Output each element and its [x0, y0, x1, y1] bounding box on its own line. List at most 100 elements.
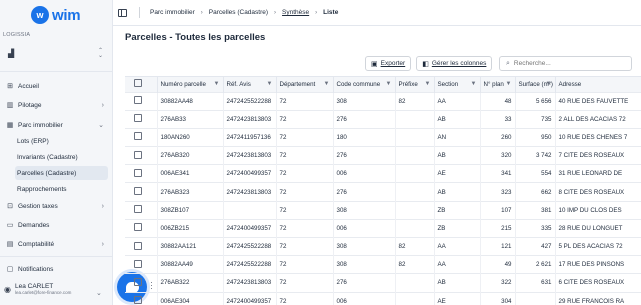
sub-item-invariants[interactable]: Invariants (Cadastre)	[15, 150, 108, 164]
row-select-cell	[125, 255, 158, 274]
row-checkbox[interactable]	[134, 223, 142, 232]
column-header[interactable]: Section ▼	[434, 77, 481, 92]
search-input[interactable]	[513, 60, 624, 67]
table-row[interactable]: 308ZB107 72 308 ZB 107 381 10 IMP DU CLOS DES	[125, 200, 641, 220]
table-cell: 320	[480, 146, 516, 165]
table-row[interactable]: 30882AA49 2472425522288 72 308 82 AA 49 2 621 17…	[125, 255, 641, 274]
divider	[0, 256, 113, 257]
breadcrumb-synthese[interactable]: Synthèse	[282, 9, 309, 16]
table-cell: 6 CITE DES ROSEAUX	[555, 273, 641, 293]
sub-label: Invariants (Cadastre)	[17, 153, 78, 161]
column-header-label: Département	[279, 80, 316, 88]
breadcrumb-parc-immobilier[interactable]: Parc immobilier	[150, 9, 195, 16]
select-all-checkbox[interactable]	[134, 79, 142, 88]
column-header[interactable]: Préfixe ▼	[395, 77, 435, 92]
column-header[interactable]: N° plan ▼	[480, 77, 516, 92]
row-checkbox[interactable]	[134, 168, 142, 177]
column-header[interactable]: Numéro parcelle ▼	[157, 77, 224, 92]
divider	[139, 7, 140, 18]
row-checkbox[interactable]	[134, 296, 142, 305]
brand-logo[interactable]: w wim	[31, 6, 86, 24]
table-cell: 107	[480, 200, 516, 220]
filter-icon[interactable]: ▼	[471, 81, 477, 87]
row-checkbox[interactable]	[134, 277, 142, 286]
row-checkbox[interactable]	[134, 132, 142, 141]
table-cell: AA	[434, 255, 481, 274]
filter-icon[interactable]: ▼	[425, 81, 431, 87]
user-email: lea.carlet@fore-finance.com	[14, 290, 72, 295]
column-header[interactable]: Code commune ▼	[333, 77, 396, 92]
row-select-cell	[125, 218, 158, 238]
row-checkbox[interactable]	[134, 241, 142, 250]
filter-icon[interactable]: ▼	[546, 81, 552, 87]
table-row[interactable]: 276AB323 2472423813803 72 276 AB 323 662 8 CITE…	[125, 182, 641, 202]
nav-label: Notifications	[18, 265, 54, 273]
row-checkbox[interactable]	[134, 205, 142, 214]
table-cell: 2472423813803	[223, 273, 277, 293]
column-header[interactable]: Département ▼	[276, 77, 334, 92]
table-cell: 276AB323	[157, 182, 224, 202]
column-header[interactable]: Réf. Avis ▼	[223, 77, 277, 92]
search-box[interactable]: ⌕	[499, 56, 632, 71]
sub-item-lots[interactable]: Lots (ERP)	[15, 134, 108, 148]
table-cell: 5 656	[515, 91, 556, 111]
table-row[interactable]: 006AE304 2472400499357 72 006 AE 304 29 RUE FR…	[125, 291, 641, 305]
row-checkbox[interactable]	[134, 187, 142, 196]
table-cell: 31 RUE LEONARD DE	[555, 164, 641, 183]
sub-label: Rapprochements	[17, 185, 67, 193]
nav-item-gestion-taxes[interactable]: ⊡ Gestion taxes ›	[0, 198, 113, 214]
table-cell: 2472411957136	[223, 127, 277, 147]
table-row[interactable]: 006ZB215 2472400499357 72 006 ZB 215 335 28 RUE…	[125, 218, 641, 238]
nav-item-pilotage[interactable]: ▥ Pilotage ›	[0, 97, 113, 113]
table-cell: 2472400499357	[223, 291, 277, 305]
table-cell: 48	[480, 91, 516, 111]
filter-icon[interactable]: ▼	[214, 81, 220, 87]
nav-item-accueil[interactable]: ⊞ Accueil	[0, 78, 113, 94]
user-menu[interactable]: ◉ Lea CARLET lea.carlet@fore-finance.com	[4, 283, 71, 295]
table-cell: AB	[434, 182, 481, 202]
table-row[interactable]: 006AE341 2472400499357 72 006 AE 341 554 31 RUE…	[125, 164, 641, 183]
row-checkbox[interactable]	[134, 114, 142, 123]
nav-item-notifications[interactable]: ▢ Notifications	[0, 261, 113, 277]
table-cell: 341	[480, 164, 516, 183]
sub-item-rapprochements[interactable]: Rapprochements	[15, 182, 108, 196]
table-row[interactable]: 30882AA48 2472425522288 72 308 82 AA 48 5 656 40…	[125, 91, 641, 111]
table-cell: 322	[480, 273, 516, 293]
table-cell: 2472423813803	[223, 109, 277, 129]
page-title: Parcelles - Toutes les parcelles	[125, 32, 266, 43]
sub-item-parcelles[interactable]: Parcelles (Cadastre)	[15, 166, 108, 180]
table-row[interactable]: 180AN260 2472411957136 72 180 AN 260 950 10 RUE…	[125, 127, 641, 147]
table-row[interactable]: 276AB322 2472423813803 72 276 AB 322 631 6 CITE…	[125, 273, 641, 293]
table-cell: 276	[333, 273, 396, 293]
breadcrumb-parcelles[interactable]: Parcelles (Cadastre)	[209, 9, 268, 16]
table-cell	[515, 291, 556, 305]
nav-item-comptabilite[interactable]: ▤ Comptabilité ›	[0, 236, 113, 252]
chevron-down-icon[interactable]: ⌄	[96, 289, 102, 297]
filter-icon[interactable]: ▼	[386, 81, 392, 87]
table-cell: 276AB322	[157, 273, 224, 293]
row-select-cell	[125, 200, 158, 220]
table-cell	[395, 146, 435, 165]
nav-item-demandes[interactable]: ▭ Demandes	[0, 217, 113, 233]
table-row[interactable]: 276AB320 2472423813803 72 276 AB 320 3 742 7 CI…	[125, 146, 641, 165]
table-cell: 308	[333, 255, 396, 274]
table-cell: 276AB320	[157, 146, 224, 165]
filter-icon[interactable]: ▼	[324, 81, 330, 87]
nav-item-parc-immobilier[interactable]: ▦ Parc immobilier ⌄	[0, 117, 113, 133]
filter-icon[interactable]: ▼	[506, 81, 512, 87]
row-checkbox[interactable]	[134, 150, 142, 159]
table-row[interactable]: 276AB33 2472423813803 72 276 AB 33 735 2 ALL DE…	[125, 109, 641, 129]
row-checkbox[interactable]	[134, 96, 142, 105]
ledger-icon: ▤	[6, 241, 14, 248]
organization-select[interactable]: ▟ ⌃ ⌄	[3, 42, 107, 66]
chevron-right-icon: ›	[101, 101, 104, 109]
table-cell: 7 CITE DES ROSEAUX	[555, 146, 641, 165]
column-header[interactable]: Surface (m²) ▼	[515, 77, 556, 92]
table-row[interactable]: 30882AA121 2472425522288 72 308 82 AA 121 427 5 …	[125, 236, 641, 256]
manage-columns-button[interactable]: ◧ Gérer les colonnes	[416, 56, 493, 71]
column-header[interactable]: Adresse	[555, 77, 641, 92]
sidebar-toggle-icon[interactable]	[118, 8, 127, 17]
filter-icon[interactable]: ▼	[267, 81, 273, 87]
export-button[interactable]: ▣ Exporter	[365, 56, 412, 71]
row-checkbox[interactable]	[134, 259, 142, 268]
